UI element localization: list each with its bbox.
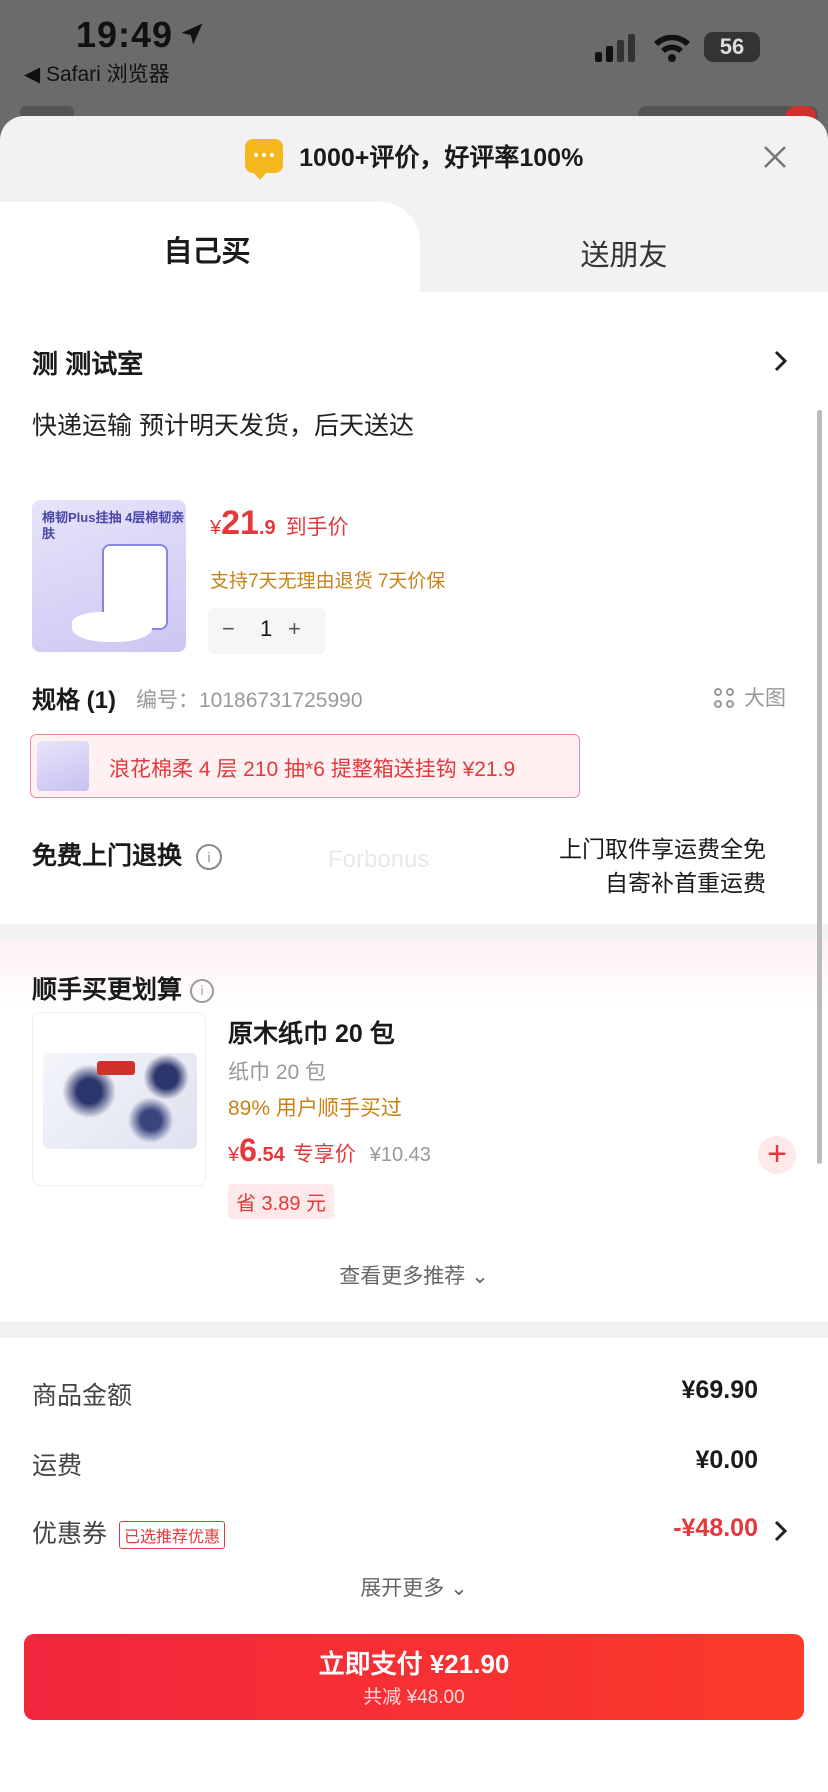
price-decimal: .54: [256, 1144, 285, 1166]
price-integer: 6: [239, 1132, 257, 1168]
add-to-order-button[interactable]: +: [758, 1136, 796, 1174]
price-decimal: .9: [258, 517, 276, 539]
order-summary: 商品金额 ¥69.90 运费 ¥0.00 优惠券 已选推荐优惠 -¥48.00 展开更多…: [0, 1338, 828, 1792]
freight-value: ¥0.00: [695, 1446, 758, 1474]
battery-icon: 56: [704, 32, 760, 62]
currency-symbol: ¥: [210, 517, 222, 539]
chevron-right-icon[interactable]: [774, 1520, 788, 1542]
price-label: 专享价: [292, 1143, 356, 1166]
total-discount: 共减 ¥48.00: [363, 1687, 465, 1708]
see-more-recommendations[interactable]: 查看更多推荐 ⌄: [0, 1260, 828, 1290]
tab-label: 送朋友: [580, 240, 668, 272]
coupon-label-text: 优惠券: [32, 1520, 108, 1548]
product-card: 棉韧Plus挂抽 4层棉韧亲肤 ¥21.9 到手价 支持7天无理由退货 7天价保 …: [0, 462, 828, 924]
goods-amount-value: ¥69.90: [681, 1376, 758, 1404]
wifi-icon: [654, 34, 690, 62]
info-icon[interactable]: i: [196, 844, 223, 871]
tab-buy-for-self[interactable]: 自己买: [0, 202, 420, 298]
savings-badge: 省 3.89 元: [228, 1184, 335, 1219]
return-pickup-note: 上门取件享运费全免: [559, 836, 766, 862]
sku-number: 编号：10186731725990: [136, 689, 363, 712]
currency-symbol: ¥: [228, 1144, 240, 1166]
increase-button[interactable]: +: [288, 616, 301, 642]
decrease-button[interactable]: −: [222, 616, 235, 642]
quantity-value[interactable]: 1: [260, 616, 272, 642]
tab-send-to-friend[interactable]: 送朋友: [420, 202, 828, 294]
quantity-stepper: − 1 +: [208, 608, 326, 654]
original-price: ¥10.43: [369, 1144, 431, 1166]
recipient-name: 测 测试室: [32, 349, 144, 379]
recommended-product-spec: 纸巾 20 包: [228, 1061, 327, 1084]
coupon-label: 优惠券 已选推荐优惠: [32, 1514, 226, 1550]
coupon-value: -¥48.00: [673, 1514, 758, 1542]
return-self-ship-note: 自寄补首重运费: [605, 870, 766, 896]
big-picture-label: 大图: [744, 687, 786, 710]
free-return-title: 免费上门退换 i: [32, 836, 223, 872]
review-summary: 1000+评价，好评率100%: [0, 138, 828, 184]
back-to-safari-link[interactable]: ◀ Safari 浏览器: [24, 58, 170, 88]
expand-more-button[interactable]: 展开更多 ⌄: [0, 1572, 828, 1602]
recommended-product-image[interactable]: [32, 1012, 206, 1186]
price-label: 到手价: [285, 516, 349, 539]
review-summary-text: 1000+评价，好评率100%: [299, 144, 584, 172]
variant-label: 浪花棉柔 4 层 210 抽*6 提整箱送挂钩 ¥21.9: [109, 758, 516, 781]
goods-amount-label: 商品金额: [32, 1382, 133, 1410]
recommended-product-price: ¥6.54 专享价 ¥10.43: [228, 1132, 431, 1169]
status-bar: 19:49 ◀ Safari 浏览器 56: [0, 0, 828, 110]
spec-title: 规格 (1): [32, 687, 116, 714]
location-arrow-icon: [181, 23, 203, 45]
recommended-product-name[interactable]: 原木纸巾 20 包: [228, 1014, 395, 1050]
product-image[interactable]: 棉韧Plus挂抽 4层棉韧亲肤: [32, 500, 186, 652]
clock: 19:49: [76, 14, 174, 55]
watermark: Forbonus: [328, 846, 430, 873]
close-icon[interactable]: [762, 144, 788, 170]
tab-label: 自己买: [163, 236, 251, 268]
chevron-right-icon: [774, 350, 788, 372]
recommendation-title-text: 顺手买更划算: [32, 976, 183, 1004]
pay-now-button[interactable]: 立即支付 ¥21.90 共减 ¥48.00: [24, 1634, 804, 1720]
return-policy: 支持7天无理由退货 7天价保: [210, 571, 446, 592]
big-picture-button[interactable]: 大图: [714, 682, 786, 712]
add-on-recommendation: 顺手买更划算 i 原木纸巾 20 包 纸巾 20 包 89% 用户顺手买过 ¥6.…: [0, 940, 828, 1322]
scrollbar[interactable]: [817, 410, 822, 1164]
recommendation-title: 顺手买更划算 i: [32, 970, 215, 1006]
variant-image: [37, 741, 89, 791]
coupon-tag: 已选推荐优惠: [119, 1521, 226, 1550]
product-price: ¥21.9 到手价: [210, 504, 349, 543]
product-image-text: 棉韧Plus挂抽 4层棉韧亲肤: [42, 510, 185, 541]
selected-variant[interactable]: 浪花棉柔 4 层 210 抽*6 提整箱送挂钩 ¥21.9: [30, 734, 580, 798]
purchase-mode-tabs: 自己买 送朋友: [0, 202, 828, 298]
checkout-sheet: 1000+评价，好评率100% 自己买 送朋友 测 测试室 快递运输 预计明天发…: [0, 116, 828, 1792]
recommended-product-popularity: 89% 用户顺手买过: [228, 1097, 402, 1120]
free-return-label: 免费上门退换: [32, 842, 183, 870]
shipping-estimate: 快递运输 预计明天发货，后天送达: [32, 412, 414, 440]
chat-bubble-icon: [244, 139, 283, 180]
price-integer: 21: [221, 504, 259, 542]
cellular-signal-icon: [595, 34, 635, 62]
pay-now-label: 立即支付 ¥21.90: [318, 1649, 510, 1679]
info-icon[interactable]: i: [190, 979, 215, 1004]
freight-label: 运费: [32, 1452, 83, 1480]
grid-icon: [714, 688, 736, 710]
